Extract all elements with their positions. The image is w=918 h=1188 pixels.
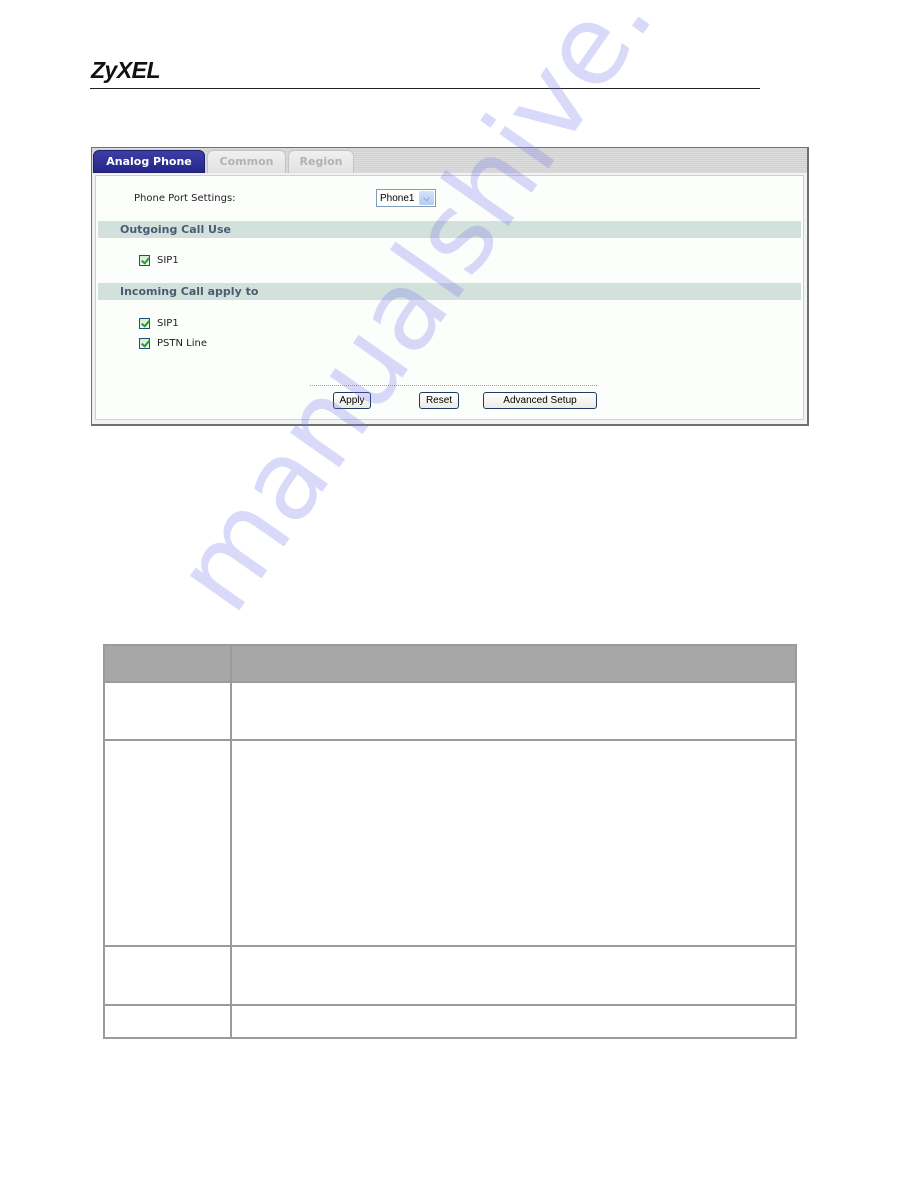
analog-phone-screenshot: Analog Phone Common Region Phone Port Se… (91, 147, 809, 426)
tab-analog-phone[interactable]: Analog Phone (93, 150, 205, 173)
table-header-cell (230, 644, 797, 683)
settings-panel: Phone Port Settings: Phone1 ⌵ Outgoing C… (95, 175, 804, 420)
table-cell (103, 681, 232, 741)
incoming-sip1-checkbox[interactable] (139, 318, 150, 329)
phone-port-label: Phone Port Settings: (134, 193, 236, 204)
table-cell (230, 1004, 797, 1039)
outgoing-sip1-row[interactable]: SIP1 (139, 255, 179, 269)
table-row (103, 1004, 797, 1039)
apply-button[interactable]: Apply (333, 392, 371, 409)
incoming-sip1-label: SIP1 (157, 318, 179, 329)
table-row (103, 681, 797, 741)
incoming-sip1-row[interactable]: SIP1 (139, 318, 179, 332)
outgoing-sip1-label: SIP1 (157, 255, 179, 266)
table-row (103, 945, 797, 1006)
zyxel-logo: ZyXEL (91, 57, 161, 83)
tab-region[interactable]: Region (288, 150, 354, 173)
chevron-down-icon[interactable]: ⌵ (419, 191, 434, 205)
table-header-row (103, 644, 797, 683)
table-cell (103, 945, 232, 1006)
outgoing-call-header: Outgoing Call Use (98, 221, 801, 238)
incoming-pstn-row[interactable]: PSTN Line (139, 338, 207, 352)
table-cell (230, 945, 797, 1006)
phone-port-select[interactable]: Phone1 ⌵ (376, 189, 436, 207)
phone-port-value: Phone1 (380, 193, 415, 204)
tab-common[interactable]: Common (207, 150, 286, 173)
tab-bar: Analog Phone Common Region (92, 148, 807, 173)
table-cell (103, 1004, 232, 1039)
table-row (103, 739, 797, 947)
outgoing-sip1-checkbox[interactable] (139, 255, 150, 266)
table-cell (103, 739, 232, 947)
description-table (103, 644, 797, 1039)
incoming-pstn-checkbox[interactable] (139, 338, 150, 349)
table-cell (230, 739, 797, 947)
table-header-cell (103, 644, 232, 683)
incoming-call-header: Incoming Call apply to (98, 283, 801, 300)
table-cell (230, 681, 797, 741)
header-divider (90, 88, 760, 89)
reset-button[interactable]: Reset (419, 392, 459, 409)
button-divider (310, 385, 597, 386)
advanced-setup-button[interactable]: Advanced Setup (483, 392, 597, 409)
incoming-pstn-label: PSTN Line (157, 338, 207, 349)
